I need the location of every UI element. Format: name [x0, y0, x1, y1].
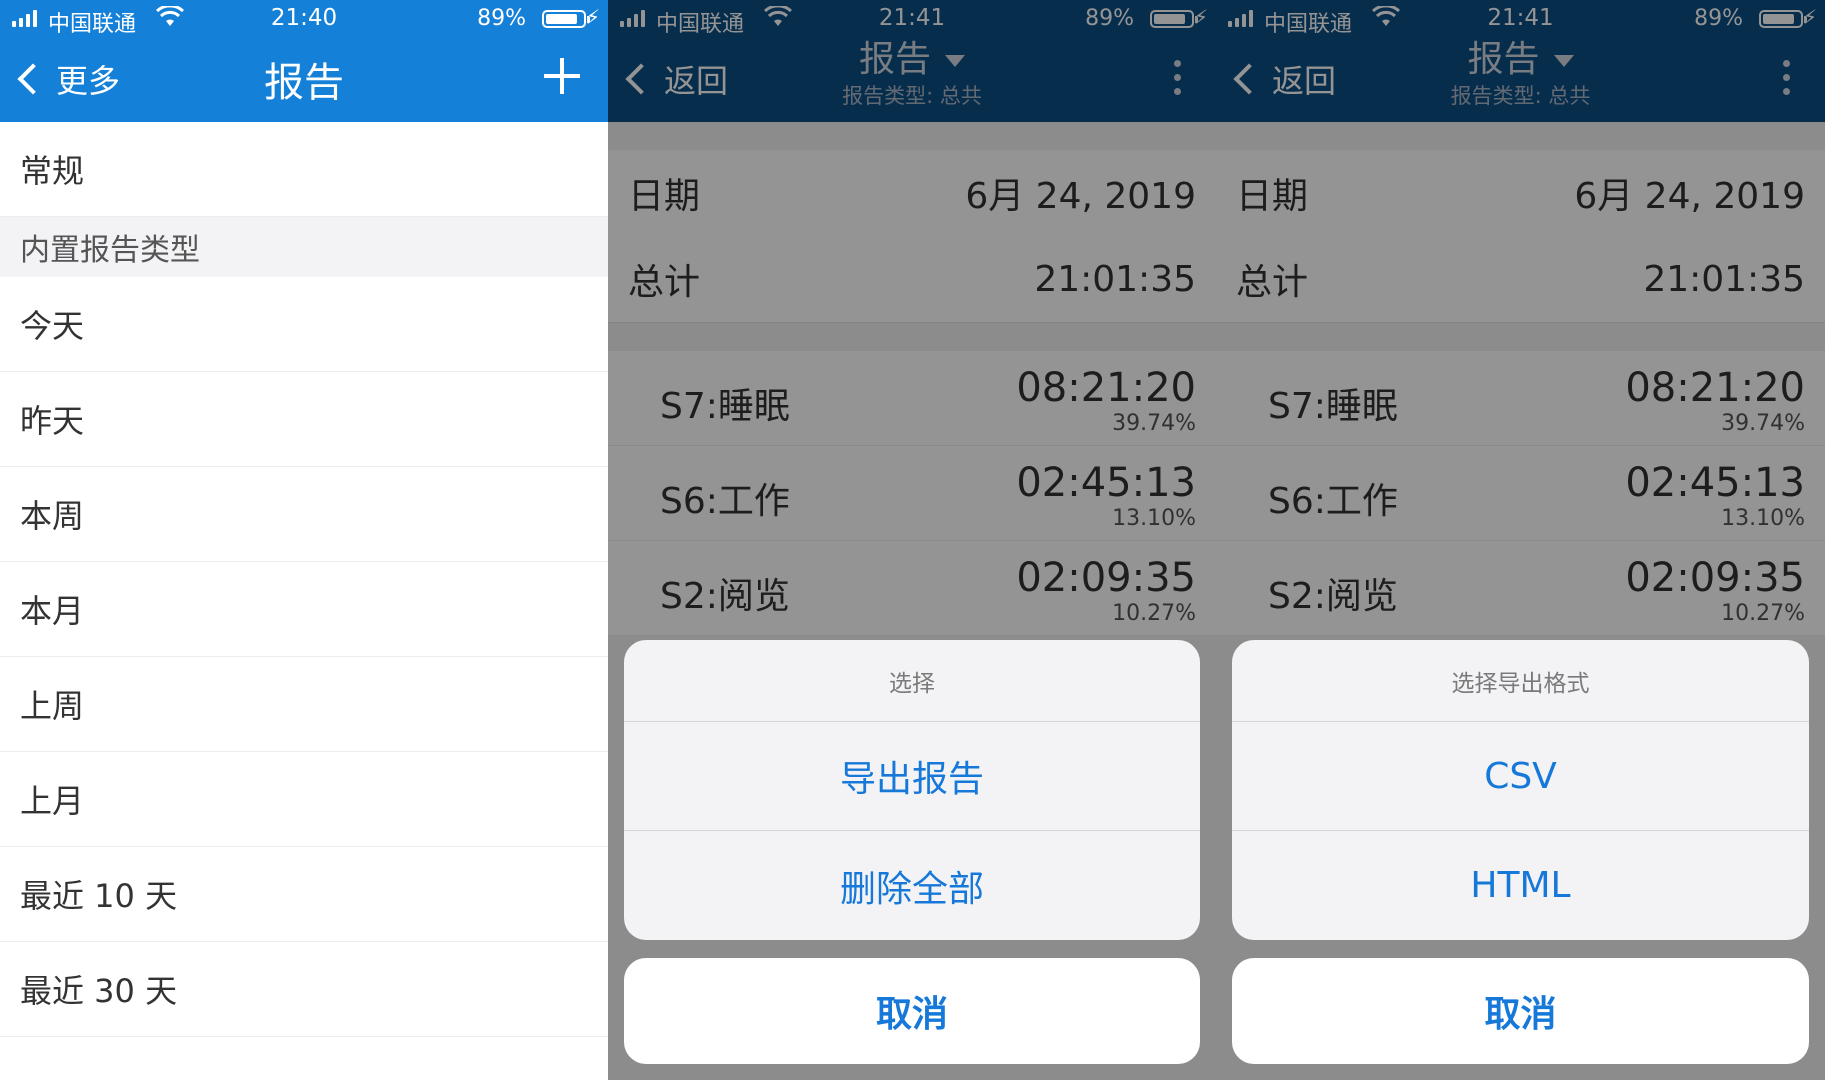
list-item[interactable]: 上月: [0, 752, 608, 847]
page-title: 报告: [264, 60, 344, 106]
battery-icon: [542, 10, 590, 28]
section-header: 内置报告类型: [0, 217, 608, 277]
status-bar: 中国联通 21:40 89% ⚡: [0, 0, 608, 38]
list-item[interactable]: 本月: [0, 562, 608, 657]
cancel-button[interactable]: 取消: [624, 958, 1200, 1064]
export-csv-button[interactable]: CSV: [1232, 722, 1809, 831]
app-root: 中国联通 21:40 89% ⚡ 更多 报告 常规 内置报告类型 今天 昨天 本…: [0, 0, 1825, 1080]
screen-report-actions: 中国联通 21:41 89% ⚡ 返回 报告 报告类型: 总共 日期 6月 24,…: [608, 0, 1216, 1080]
list-item[interactable]: 本周: [0, 467, 608, 562]
list-item[interactable]: 最近 30 天: [0, 942, 608, 1037]
screen-export-format: 中国联通 21:41 89% ⚡ 返回 报告 报告类型: 总共 日期 6月 24,…: [1216, 0, 1825, 1080]
export-report-button[interactable]: 导出报告: [624, 722, 1200, 831]
nav-bar: 中国联通 21:40 89% ⚡ 更多 报告: [0, 0, 608, 122]
delete-all-button[interactable]: 删除全部: [624, 831, 1200, 940]
list-item[interactable]: 昨天: [0, 372, 608, 467]
action-sheet: 选择导出格式 CSV HTML: [1232, 640, 1809, 940]
export-html-button[interactable]: HTML: [1232, 831, 1809, 940]
charging-icon: ⚡: [585, 5, 600, 29]
screen-reports-list: 中国联通 21:40 89% ⚡ 更多 报告 常规 内置报告类型 今天 昨天 本…: [0, 0, 608, 1080]
report-type-list: 常规 内置报告类型 今天 昨天 本周 本月 上周 上月 最近 10 天 最近 3…: [0, 122, 608, 1037]
list-item[interactable]: 上周: [0, 657, 608, 752]
cancel-button[interactable]: 取消: [1232, 958, 1809, 1064]
list-item[interactable]: 最近 10 天: [0, 847, 608, 942]
list-item-general[interactable]: 常规: [0, 122, 608, 217]
list-item[interactable]: 今天: [0, 277, 608, 372]
battery-percent: 89%: [477, 6, 526, 31]
plus-icon[interactable]: [544, 58, 580, 94]
action-sheet-title: 选择导出格式: [1232, 640, 1809, 722]
action-sheet: 选择 导出报告 删除全部: [624, 640, 1200, 940]
action-sheet-title: 选择: [624, 640, 1200, 722]
